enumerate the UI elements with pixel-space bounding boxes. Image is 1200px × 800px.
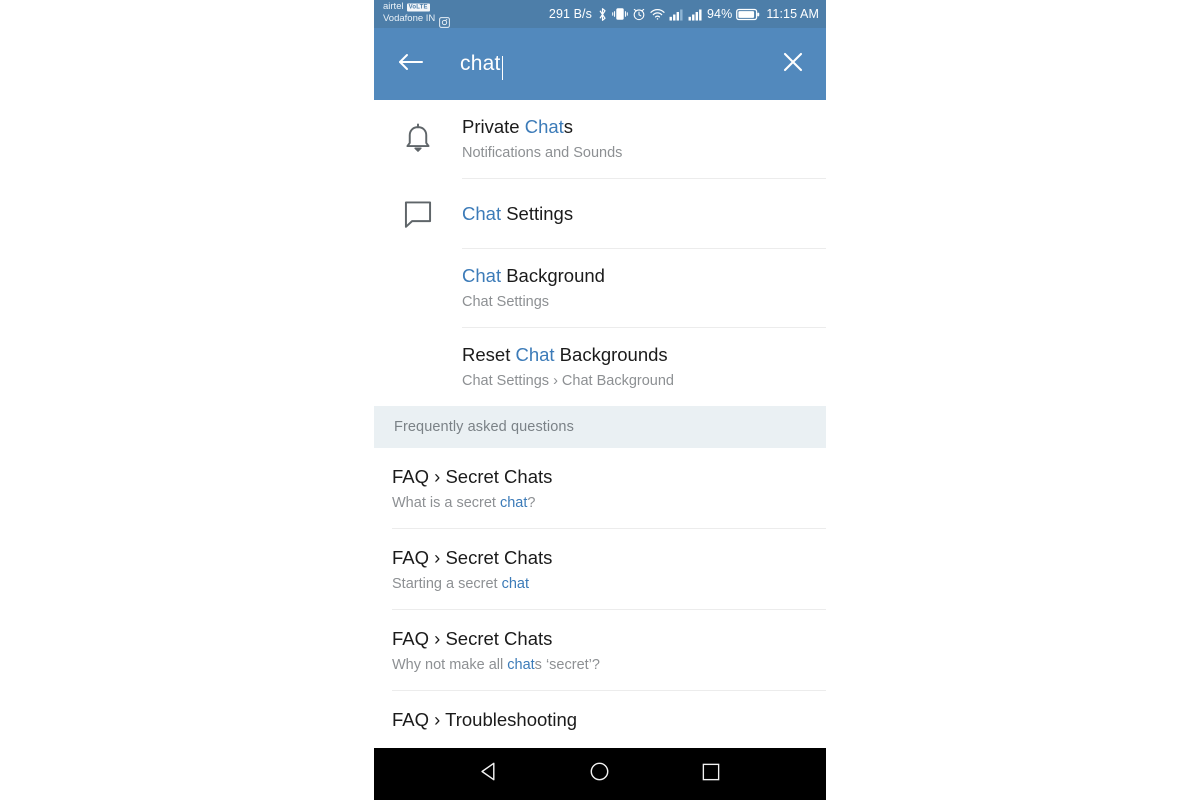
result-row-private-chats[interactable]: Private Chats Notifications and Sounds [374, 100, 826, 178]
nav-home-button[interactable] [578, 752, 622, 796]
search-input[interactable]: chat [460, 44, 772, 84]
title-highlight: Chat [462, 203, 502, 224]
search-app-bar: chat [374, 28, 826, 100]
search-results-list: Private Chats Notifications and Sounds C… [374, 100, 826, 749]
carrier-secondary-label: Vodafone IN [383, 13, 436, 24]
result-subtitle: Notifications and Sounds [462, 145, 623, 161]
title-prefix: Reset [462, 344, 516, 365]
faq-row-secret-chats-starting[interactable]: FAQ › Secret Chats Starting a secret cha… [374, 529, 826, 609]
result-row-content: Reset Chat Backgrounds Chat Settings › C… [462, 328, 826, 406]
result-subtitle: Chat Settings › Chat Background [462, 373, 674, 389]
signal-sim1-icon [669, 8, 684, 21]
network-speed-label: 291 B/s [548, 7, 592, 21]
carrier-info: airtel VoLTE Vodafone IN [383, 1, 451, 28]
faq-title: FAQ › Secret Chats [392, 466, 553, 487]
title-highlight: Chat [524, 116, 564, 137]
title-highlight: Chat [515, 344, 555, 365]
screenshot-canvas: airtel VoLTE Vodafone IN 291 B/s 94% 11:… [0, 0, 1200, 800]
title-prefix: Private [462, 116, 525, 137]
status-bar: airtel VoLTE Vodafone IN 291 B/s 94% 11:… [374, 0, 826, 28]
alarm-icon [632, 7, 646, 21]
sub-prefix: Why not make all [392, 657, 508, 673]
volte-badge: VoLTE [406, 3, 430, 11]
faq-row-secret-chats-what-is[interactable]: FAQ › Secret Chats What is a secret chat… [374, 448, 826, 528]
signal-sim2-icon [688, 8, 703, 21]
sub-suffix: s ‘secret’? [534, 657, 600, 673]
sub-prefix: Starting a secret [392, 576, 502, 592]
search-input-value: chat [460, 52, 501, 75]
close-icon [781, 50, 805, 79]
faq-title: FAQ › Secret Chats [392, 547, 553, 568]
title-suffix: Background [501, 265, 605, 286]
result-row-reset-chat-backgrounds[interactable]: Reset Chat Backgrounds Chat Settings › C… [374, 328, 826, 406]
faq-row-secret-chats-why-not[interactable]: FAQ › Secret Chats Why not make all chat… [374, 610, 826, 690]
result-row-content: Private Chats Notifications and Sounds [462, 100, 826, 178]
bell-icon [374, 100, 462, 156]
phone-screen: airtel VoLTE Vodafone IN 291 B/s 94% 11:… [374, 0, 826, 800]
sub-highlight: chat [499, 495, 528, 511]
battery-icon [736, 8, 760, 21]
sub-highlight: chat [507, 657, 535, 673]
result-row-content: Chat Settings [462, 179, 826, 248]
faq-title: FAQ › Troubleshooting [392, 709, 578, 730]
faq-subtitle: Starting a secret chat [392, 573, 806, 595]
text-cursor [501, 56, 504, 80]
status-icons: 291 B/s 94% 11:15 AM [549, 7, 819, 22]
clear-search-button[interactable] [778, 49, 808, 79]
result-row-chat-settings[interactable]: Chat Settings [374, 179, 826, 248]
home-circle-icon [589, 761, 610, 787]
nav-back-button[interactable] [467, 752, 511, 796]
title-highlight: Chat [462, 265, 502, 286]
screenshot-icon [438, 16, 451, 29]
recents-square-icon [701, 762, 721, 787]
sub-prefix: What is a secret [392, 495, 500, 511]
battery-percent-label: 94% [706, 7, 733, 21]
back-triangle-icon [479, 761, 500, 787]
result-subtitle: Chat Settings [462, 294, 550, 310]
title-suffix: Backgrounds [554, 344, 668, 365]
back-button[interactable] [396, 49, 426, 79]
bluetooth-icon [597, 7, 608, 22]
faq-title: FAQ › Secret Chats [392, 628, 553, 649]
faq-subtitle: Why not make all chats ‘secret’? [392, 654, 806, 676]
result-title: Reset Chat Backgrounds [462, 342, 806, 367]
result-title: Private Chats [462, 114, 806, 139]
result-title: Chat Background [462, 263, 806, 288]
android-nav-bar [374, 748, 826, 800]
result-row-chat-background[interactable]: Chat Background Chat Settings [374, 249, 826, 327]
title-suffix: s [563, 116, 574, 137]
sub-highlight: chat [501, 576, 530, 592]
title-suffix: Settings [501, 203, 574, 224]
faq-subtitle: What is a secret chat? [392, 492, 806, 514]
status-clock: 11:15 AM [766, 7, 819, 21]
faq-row-troubleshooting[interactable]: FAQ › Troubleshooting [374, 691, 826, 749]
nav-recents-button[interactable] [689, 752, 733, 796]
result-title: Chat Settings [462, 201, 806, 226]
sub-suffix: ? [527, 495, 536, 511]
arrow-left-icon [397, 50, 425, 79]
chat-bubble-icon [374, 179, 462, 229]
wifi-icon [650, 8, 665, 21]
carrier-primary-label: airtel [383, 1, 404, 13]
result-row-content: Chat Background Chat Settings [462, 249, 826, 327]
faq-section-header: Frequently asked questions [374, 406, 826, 448]
vibrate-icon [612, 7, 628, 21]
